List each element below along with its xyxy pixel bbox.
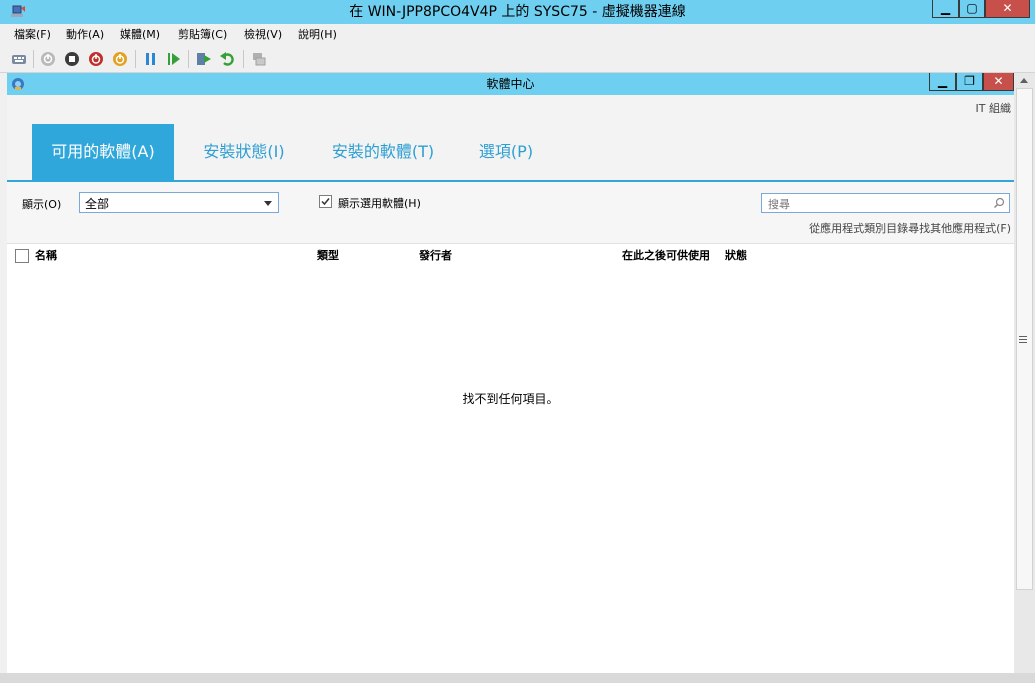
toolbar-separator (243, 50, 244, 68)
show-optional-checkbox[interactable] (319, 195, 332, 208)
column-publisher[interactable]: 發行者 (419, 249, 452, 263)
ctrl-alt-del-icon[interactable] (10, 50, 28, 68)
show-optional-label: 顯示選用軟體(H) (338, 197, 421, 210)
show-label: 顯示(O) (22, 198, 62, 211)
toolbar-separator (135, 50, 136, 68)
sc-restore-button[interactable]: ❐ (956, 73, 983, 91)
menu-help[interactable]: 說明(H) (298, 24, 337, 46)
scroll-up-arrow-icon[interactable] (1020, 78, 1028, 83)
sc-minimize-button[interactable]: ▁ (929, 73, 956, 91)
tab-installation-status[interactable]: 安裝狀態(I) (186, 124, 302, 180)
select-all-checkbox[interactable] (15, 249, 29, 263)
scroll-grip-icon (1019, 336, 1027, 343)
column-name[interactable]: 名稱 (35, 249, 57, 263)
column-status[interactable]: 狀態 (725, 249, 747, 263)
checkpoint-icon[interactable] (195, 50, 213, 68)
menu-media[interactable]: 媒體(M) (120, 24, 160, 46)
empty-message: 找不到任何項目。 (462, 392, 559, 406)
revert-icon[interactable] (219, 50, 237, 68)
search-icon[interactable] (993, 197, 1005, 209)
tab-options[interactable]: 選項(P) (464, 124, 548, 180)
toolbar-separator (188, 50, 189, 68)
show-dropdown[interactable]: 全部 (79, 192, 279, 213)
column-type[interactable]: 類型 (317, 249, 339, 263)
chevron-down-icon (264, 201, 272, 206)
software-center-title: 軟體中心 (486, 77, 535, 91)
sc-close-button[interactable]: ✕ (983, 73, 1014, 91)
vm-close-button[interactable]: ✕ (985, 0, 1030, 18)
vm-minimize-button[interactable]: ▁ (932, 0, 959, 18)
resume-icon[interactable] (165, 50, 183, 68)
menu-view[interactable]: 檢視(V) (244, 24, 282, 46)
menu-action[interactable]: 動作(A) (66, 24, 104, 46)
checkmark-icon (321, 198, 330, 206)
toolbar-separator (33, 50, 34, 68)
show-dropdown-value: 全部 (85, 197, 110, 211)
pause-icon[interactable] (142, 50, 160, 68)
tab-available-software[interactable]: 可用的軟體(A) (32, 124, 174, 180)
column-available-after[interactable]: 在此之後可供使用 (622, 249, 710, 263)
menu-clipboard[interactable]: 剪貼簿(C) (178, 24, 227, 46)
organization-name: IT 組織 (975, 102, 1011, 115)
tab-installed-software[interactable]: 安裝的軟體(T) (316, 124, 450, 180)
save-icon[interactable] (111, 50, 129, 68)
menu-file[interactable]: 檔案(F) (14, 24, 51, 46)
enhanced-session-icon[interactable] (250, 50, 268, 68)
vm-maximize-button[interactable]: ▢ (959, 0, 985, 18)
search-box[interactable] (761, 193, 1010, 213)
shut-down-icon[interactable] (87, 50, 105, 68)
turn-off-icon[interactable] (63, 50, 81, 68)
vm-window-title: 在 WIN-JPP8PCO4V4P 上的 SYSC75 - 虛擬機器連線 (349, 4, 686, 20)
app-catalog-link[interactable]: 從應用程式類別目錄尋找其他應用程式(F) (809, 220, 1011, 236)
search-input[interactable] (766, 195, 990, 213)
start-icon[interactable] (39, 50, 57, 68)
bottom-status-strip (0, 673, 1035, 683)
